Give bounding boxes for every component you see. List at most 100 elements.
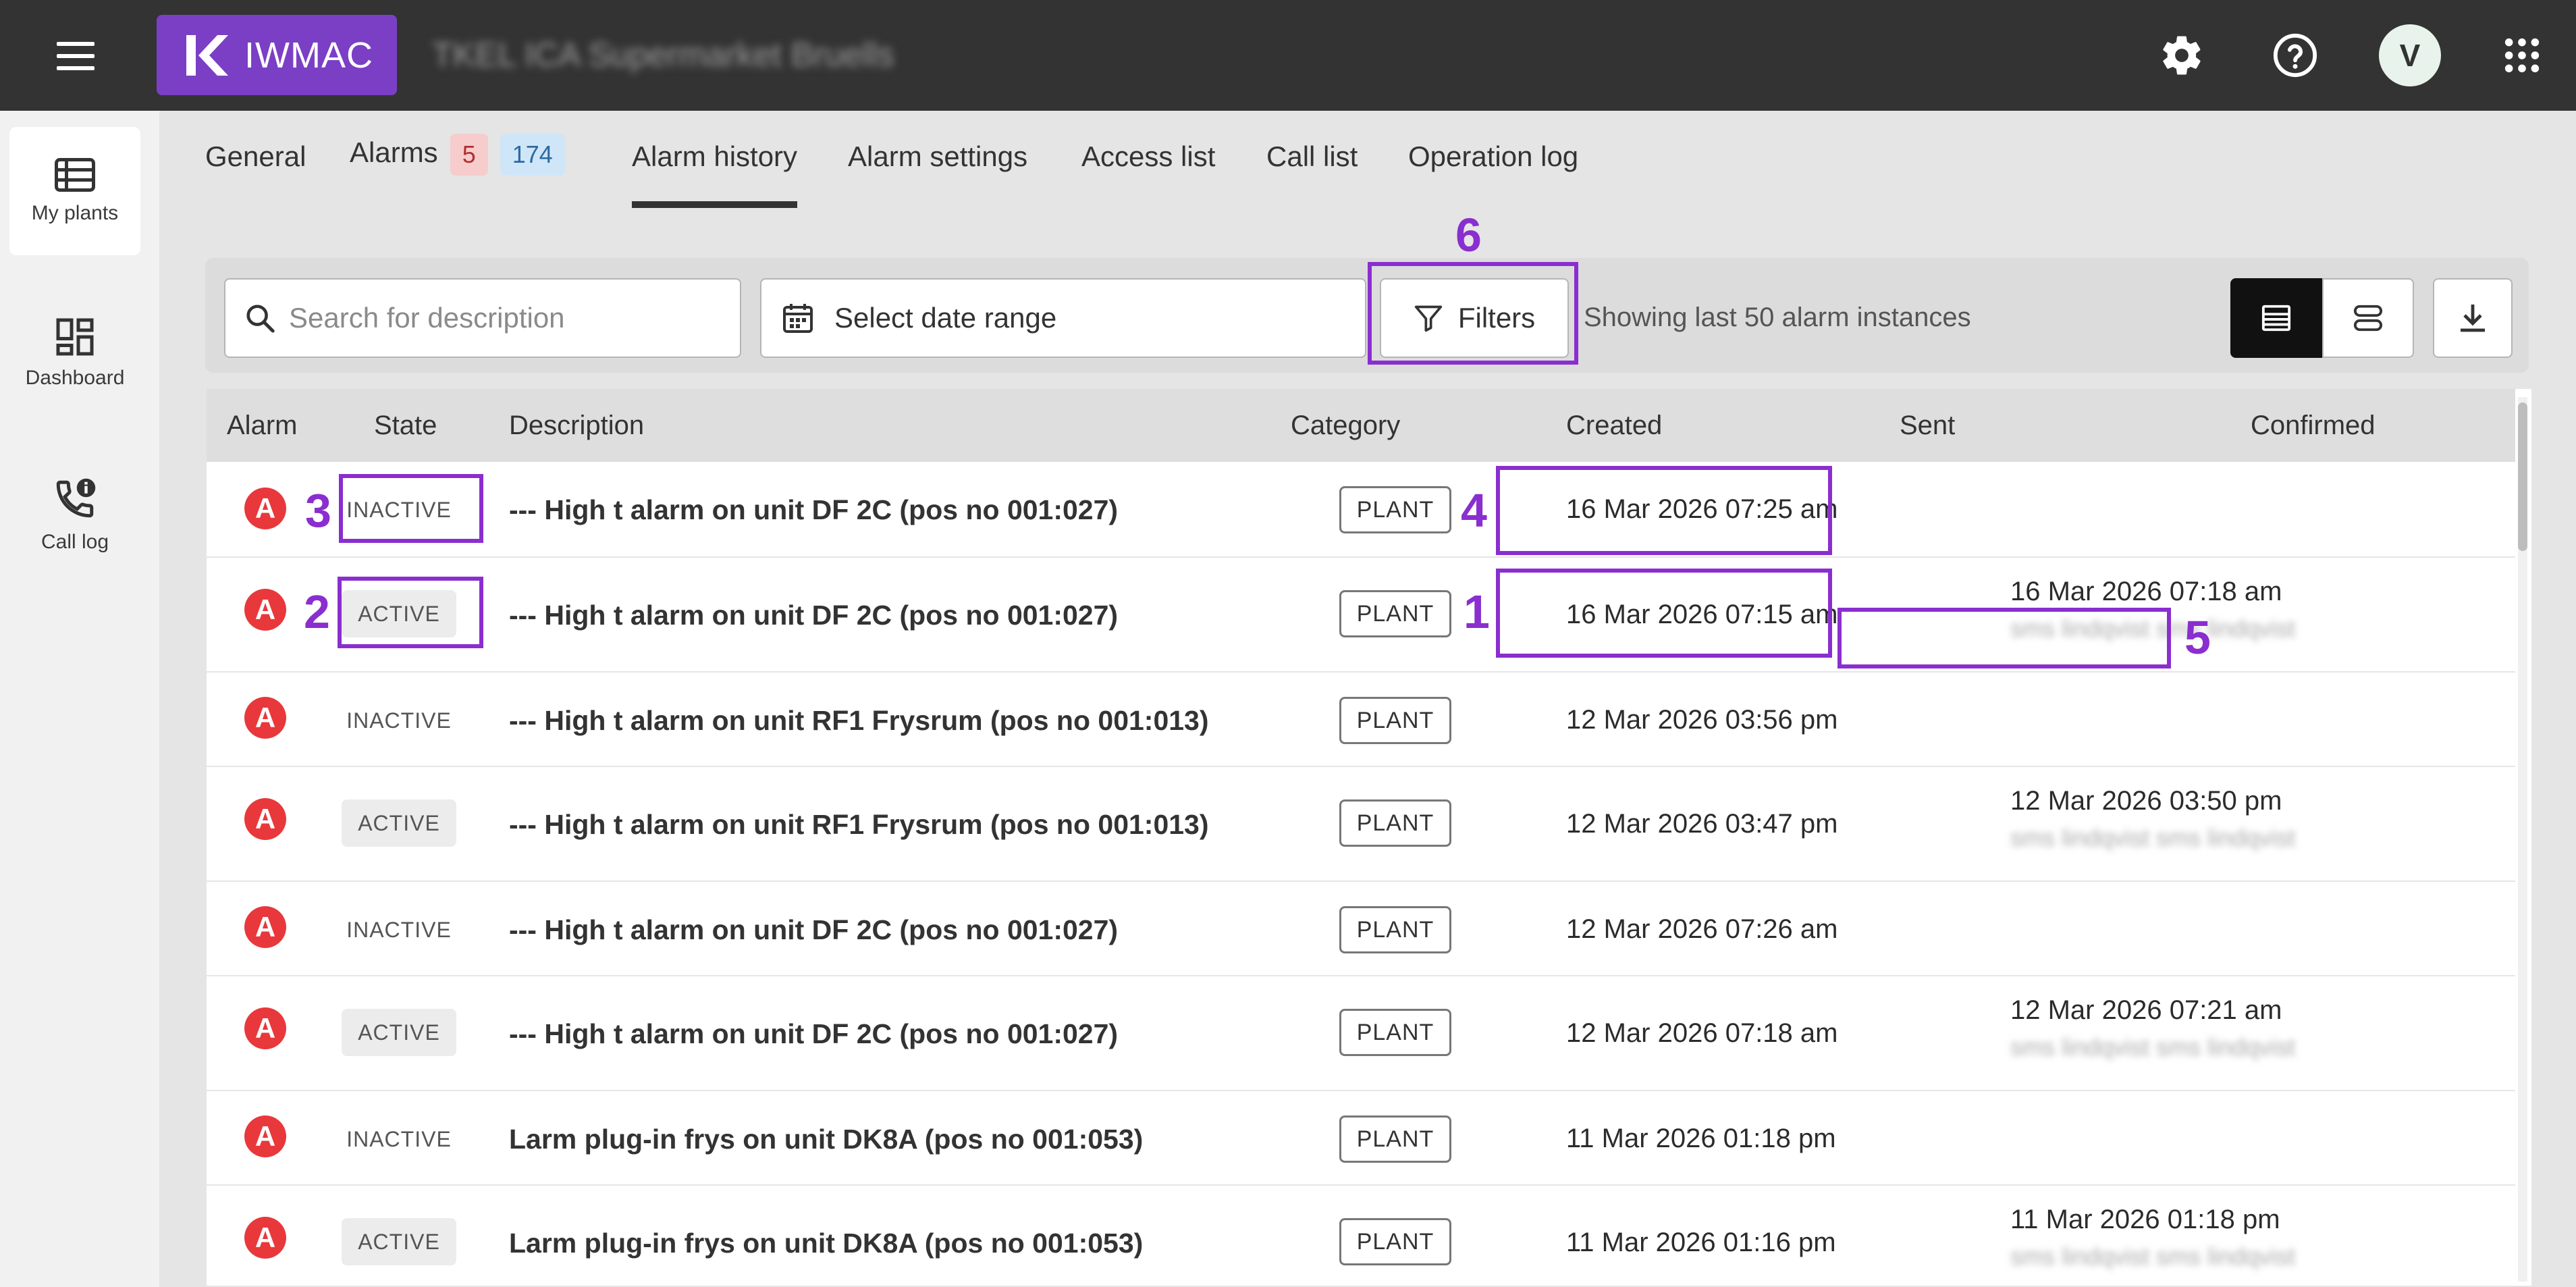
tab-call-list[interactable]: Call list [1266, 140, 1358, 208]
category-chip: PLANT [1339, 1009, 1451, 1056]
state-label: ACTIVE [342, 1009, 456, 1056]
alarm-description: --- High t alarm on unit DF 2C (pos no 0… [509, 1018, 1119, 1049]
created-time: 12 Mar 2026 03:47 pm [1566, 809, 1838, 839]
user-avatar[interactable]: V [2379, 24, 2441, 86]
table-row[interactable]: A INACTIVE --- High t alarm on unit DF 2… [207, 882, 2515, 976]
menu-icon[interactable] [57, 42, 95, 70]
annotation-number-4: 4 [1461, 484, 1487, 537]
annotation-box-created-1 [1496, 466, 1832, 555]
tab-operation-log[interactable]: Operation log [1408, 140, 1578, 208]
table-row[interactable]: A INACTIVE --- High t alarm on unit DF 2… [207, 462, 2515, 558]
header-confirmed[interactable]: Confirmed [2251, 411, 2376, 441]
apps-grid-icon[interactable] [2494, 27, 2550, 84]
annotation-number-5: 5 [2184, 611, 2211, 664]
category-chip: PLANT [1339, 799, 1451, 847]
filter-toolbar: Select date range Filters Showing last 5… [205, 258, 2529, 373]
table-scrollbar[interactable] [2518, 397, 2527, 1282]
search-input[interactable] [289, 302, 694, 334]
alarm-description: --- High t alarm on unit RF1 Frysrum (po… [509, 705, 1209, 736]
category-chip: PLANT [1339, 906, 1451, 953]
alarm-description: --- High t alarm on unit DF 2C (pos no 0… [509, 914, 1119, 945]
state-label: INACTIVE [346, 917, 452, 942]
category-chip: PLANT [1339, 1218, 1451, 1265]
table-row[interactable]: A ACTIVE --- High t alarm on unit DF 2C … [207, 976, 2515, 1091]
created-time: 12 Mar 2026 07:18 am [1566, 1018, 1838, 1048]
header-created[interactable]: Created [1566, 411, 1662, 441]
k-logo-icon [186, 34, 228, 76]
brand-name: IWMAC [244, 34, 373, 76]
annotation-box-created-2 [1496, 569, 1832, 658]
list-view-toggle[interactable] [2230, 278, 2322, 358]
search-icon [246, 305, 275, 333]
alarm-a-icon: A [244, 488, 286, 529]
tab-alarms-label: Alarms [350, 136, 438, 169]
brand-logo[interactable]: IWMAC [157, 15, 397, 95]
alarm-description: Larm plug-in frys on unit DK8A (pos no 0… [509, 1124, 1144, 1155]
table-row[interactable]: A ACTIVE --- High t alarm on unit RF1 Fr… [207, 767, 2515, 882]
annotation-number-3: 3 [305, 484, 331, 537]
annotation-box-state-inactive [339, 474, 483, 543]
category-chip: PLANT [1339, 1115, 1451, 1163]
alarm-count-badge-red: 5 [450, 134, 488, 176]
created-time: 11 Mar 2026 01:18 pm [1566, 1124, 1836, 1153]
alarm-a-icon: A [244, 589, 286, 631]
sidebar-item-label: Dashboard [25, 367, 125, 389]
alarm-description: Larm plug-in frys on unit DK8A (pos no 0… [509, 1228, 1144, 1259]
date-range-label: Select date range [834, 302, 1057, 334]
tab-alarm-history[interactable]: Alarm history [632, 140, 798, 208]
category-chip: PLANT [1339, 697, 1451, 744]
header-sent[interactable]: Sent [1900, 411, 1955, 441]
alarm-description: --- High t alarm on unit RF1 Frysrum (po… [509, 809, 1209, 840]
created-time: 11 Mar 2026 01:16 pm [1566, 1228, 1836, 1257]
tab-access-list[interactable]: Access list [1081, 140, 1215, 208]
sidebar-item-dashboard[interactable]: Dashboard [9, 289, 140, 417]
sidebar-item-label: Call log [41, 531, 109, 553]
alarm-description: --- High t alarm on unit DF 2C (pos no 0… [509, 600, 1119, 631]
tab-alarms[interactable]: Alarms 5 174 [350, 134, 565, 201]
top-app-bar: IWMAC TKEL ICA Supermarket Bruells V [0, 0, 2576, 111]
alarm-a-icon: A [244, 1007, 286, 1049]
dashboard-icon [56, 318, 94, 356]
tab-bar: General Alarms 5 174 Alarm history Alarm s… [159, 111, 2576, 208]
list-icon [55, 158, 95, 192]
annotation-number-6: 6 [1455, 209, 1482, 261]
scrollbar-thumb[interactable] [2518, 402, 2527, 551]
sent-time: 12 Mar 2026 07:21 am [2010, 995, 2282, 1025]
state-label: INACTIVE [346, 1126, 452, 1151]
sidebar-item-my-plants[interactable]: My plants [9, 127, 140, 255]
sidebar-item-label: My plants [31, 202, 119, 224]
annotation-number-1: 1 [1464, 585, 1490, 638]
state-label: ACTIVE [342, 799, 456, 847]
settings-icon[interactable] [2153, 27, 2210, 84]
sidebar-item-call-log[interactable]: Call log [9, 451, 140, 579]
header-state[interactable]: State [374, 411, 437, 441]
tab-alarm-settings[interactable]: Alarm settings [848, 140, 1027, 208]
phone-info-icon [56, 478, 96, 518]
alarm-a-icon: A [244, 906, 286, 948]
state-label: INACTIVE [346, 708, 452, 733]
table-row[interactable]: A ACTIVE Larm plug-in frys on unit DK8A … [207, 1186, 2515, 1286]
alarm-count-badge-blue: 174 [500, 134, 565, 176]
side-nav: My plants Dashboard Call log [0, 111, 159, 1287]
state-label: ACTIVE [342, 1218, 456, 1265]
annotation-box-sent [1837, 608, 2171, 668]
tab-general[interactable]: General [205, 140, 306, 208]
category-chip: PLANT [1339, 486, 1451, 533]
sent-time: 16 Mar 2026 07:18 am [2010, 577, 2282, 606]
table-view-icon [2261, 305, 2291, 332]
header-alarm[interactable]: Alarm [227, 411, 297, 441]
calendar-icon [783, 304, 813, 333]
alarm-a-icon: A [244, 1217, 286, 1259]
header-description[interactable]: Description [509, 411, 644, 441]
created-time: 12 Mar 2026 03:56 pm [1566, 705, 1838, 735]
table-row[interactable]: A INACTIVE Larm plug-in frys on unit DK8… [207, 1091, 2515, 1186]
search-field[interactable] [224, 278, 741, 358]
table-header: Alarm State Description Category Created… [207, 389, 2515, 462]
date-range-picker[interactable]: Select date range [760, 278, 1366, 358]
header-category[interactable]: Category [1291, 411, 1400, 441]
card-view-toggle[interactable] [2322, 278, 2414, 358]
alarm-a-icon: A [244, 697, 286, 739]
table-row[interactable]: A INACTIVE --- High t alarm on unit RF1 … [207, 673, 2515, 767]
download-button[interactable] [2433, 278, 2513, 358]
help-icon[interactable] [2267, 27, 2324, 84]
